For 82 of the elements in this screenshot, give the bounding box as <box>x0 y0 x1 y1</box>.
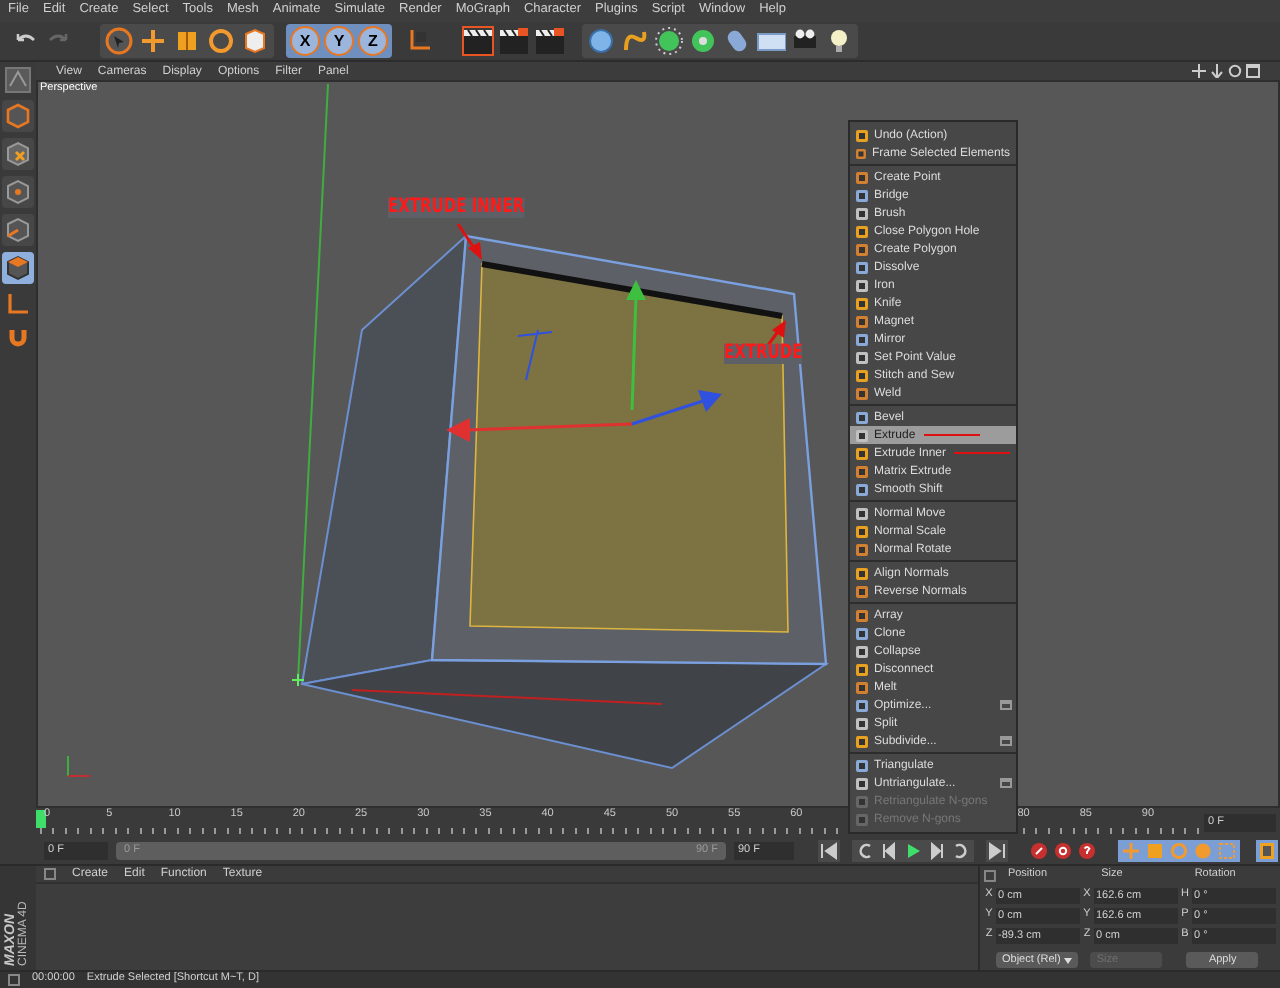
cube-icon[interactable] <box>240 26 270 56</box>
editable-icon[interactable] <box>4 66 32 94</box>
record-button[interactable] <box>1028 839 1050 861</box>
edge-mode-button[interactable] <box>2 214 34 246</box>
move-gizmo-drawing[interactable] <box>446 280 722 442</box>
autokey-icon <box>1054 841 1072 859</box>
key-scale-button[interactable] <box>1144 839 1166 861</box>
capsule-icon[interactable] <box>722 26 752 56</box>
next-frame-button[interactable] <box>926 839 948 861</box>
timeline-button[interactable] <box>1256 839 1278 861</box>
last-frame-button[interactable] <box>986 839 1008 861</box>
key-parameter-icon <box>1194 841 1212 859</box>
edge-mode-icon <box>4 216 32 244</box>
panel-menu-icon[interactable] <box>44 868 56 880</box>
key-rotation-icon <box>1170 841 1188 859</box>
nurbs-icon[interactable] <box>654 26 684 56</box>
point-mode-icon <box>4 178 32 206</box>
axis-tool-icon[interactable] <box>4 290 32 318</box>
axis-toggle-button[interactable]: Z <box>358 26 388 56</box>
options-icon[interactable] <box>1000 736 1012 746</box>
play-icon <box>904 841 922 859</box>
dolly-icon[interactable] <box>1210 64 1224 78</box>
key-position-button[interactable] <box>1120 839 1142 861</box>
last-frame-icon <box>988 841 1006 859</box>
key-pla-icon <box>1218 841 1236 859</box>
previous-frame-icon <box>880 841 898 859</box>
clapper-icon[interactable] <box>462 26 494 56</box>
polygon-mode-icon <box>4 254 32 282</box>
flower-icon[interactable] <box>688 26 718 56</box>
keyframe-help-button[interactable] <box>1076 839 1098 861</box>
axis-toggle-button[interactable]: X <box>290 26 320 56</box>
panel-menu-icon[interactable] <box>984 869 996 881</box>
magnet-icon[interactable] <box>4 324 32 352</box>
sphere-icon[interactable] <box>586 26 616 56</box>
point-mode-button[interactable] <box>2 176 34 208</box>
key-scale-icon <box>1146 841 1164 859</box>
polygon-mode-button[interactable] <box>2 252 34 284</box>
caret-icon <box>1064 957 1073 963</box>
next-key-button[interactable] <box>950 839 972 861</box>
playhead-marker[interactable] <box>36 810 46 828</box>
record-icon <box>1030 841 1048 859</box>
axis-toggle-button[interactable]: Y <box>324 26 354 56</box>
key-rotation-button[interactable] <box>1168 839 1190 861</box>
previous-frame-button[interactable] <box>878 839 900 861</box>
key-pla-button[interactable] <box>1216 839 1238 861</box>
texture-mode-icon <box>4 140 32 168</box>
options-icon[interactable] <box>1000 778 1012 788</box>
move-view-icon[interactable] <box>1192 64 1206 78</box>
previous-key-button[interactable] <box>854 839 876 861</box>
key-position-icon <box>1122 841 1140 859</box>
autokey-button[interactable] <box>1052 839 1074 861</box>
clapper-icon[interactable] <box>498 26 530 56</box>
spline-icon[interactable] <box>620 26 650 56</box>
next-frame-icon <box>928 841 946 859</box>
tool-icon <box>856 147 866 159</box>
annotation-arrow <box>456 223 482 260</box>
model-mode-icon <box>4 102 32 130</box>
texture-mode-button[interactable] <box>2 138 34 170</box>
pointer-icon[interactable] <box>104 26 134 56</box>
keyframe-help-icon <box>1078 841 1096 859</box>
model-mode-button[interactable] <box>2 100 34 132</box>
tool-icon <box>856 129 868 141</box>
clapper-icon[interactable] <box>534 26 566 56</box>
play-button[interactable] <box>902 839 924 861</box>
status-icon <box>8 974 20 986</box>
rotate-view-icon[interactable] <box>1228 64 1242 78</box>
key-parameter-button[interactable] <box>1192 839 1214 861</box>
axis-indicator-icon <box>67 755 91 777</box>
first-frame-icon <box>820 841 838 859</box>
options-icon[interactable] <box>1000 700 1012 710</box>
first-frame-button[interactable] <box>818 839 840 861</box>
world-origin-icon <box>291 673 305 687</box>
annotation-label: EXTRUDE INNER <box>388 198 525 218</box>
previous-key-icon <box>856 841 874 859</box>
next-key-icon <box>952 841 970 859</box>
maximize-icon[interactable] <box>1246 64 1260 78</box>
cube-drawing[interactable] <box>300 233 830 770</box>
timeline-icon <box>1258 841 1276 859</box>
scale-icon[interactable] <box>172 26 202 56</box>
rotate-icon[interactable] <box>206 26 236 56</box>
move-icon[interactable] <box>138 26 168 56</box>
annotation-label: EXTRUDE <box>724 344 803 364</box>
